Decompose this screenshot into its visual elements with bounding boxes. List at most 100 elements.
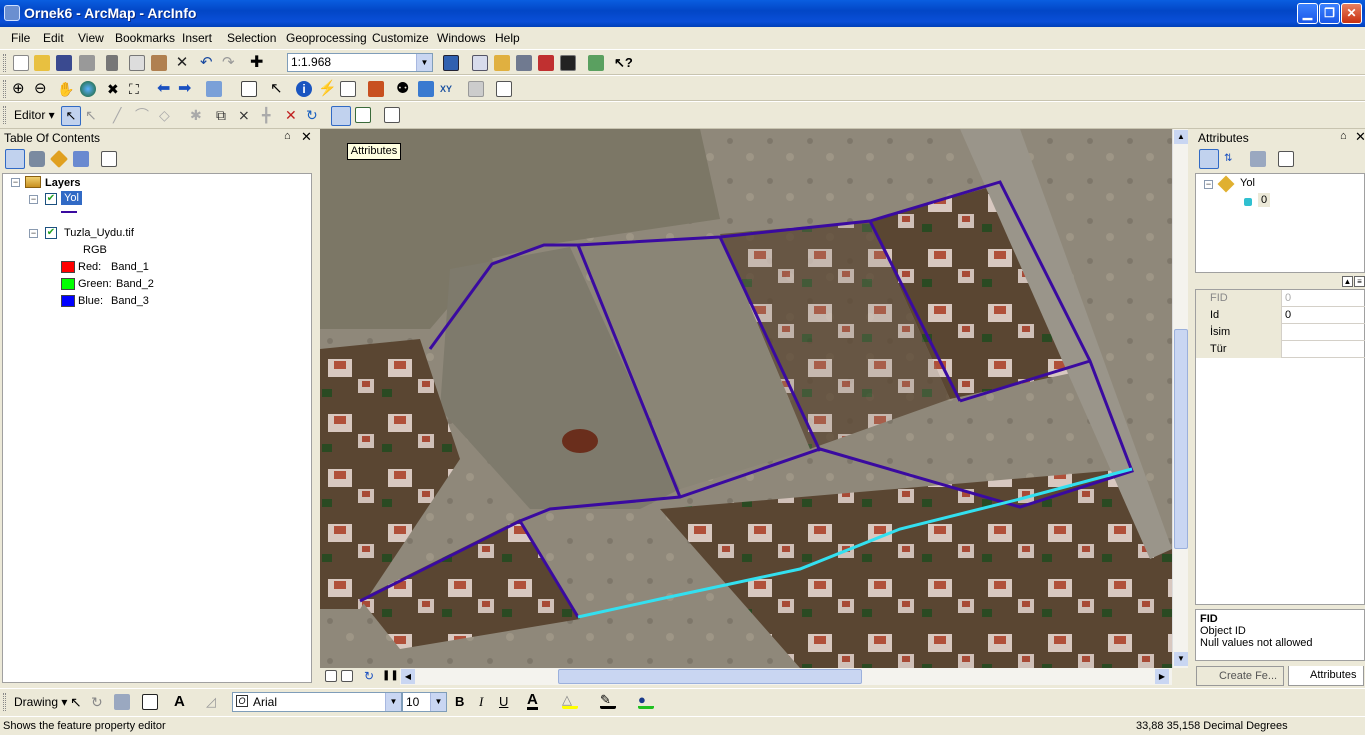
catalog-icon[interactable] — [494, 55, 510, 71]
edit-annotation-icon[interactable]: ↖ — [85, 107, 101, 123]
marker-color-icon[interactable]: ● — [638, 693, 654, 709]
menu-windows[interactable]: Windows — [437, 31, 486, 45]
table-of-contents-icon[interactable] — [472, 55, 488, 71]
redo-icon[interactable]: ↷ — [222, 55, 238, 71]
find-binoculars-icon[interactable]: ⚉ — [396, 81, 412, 97]
italic-button[interactable]: I — [479, 694, 483, 710]
editor-menu[interactable]: Editor ▾ — [14, 108, 55, 122]
collapse-icon[interactable]: − — [29, 229, 38, 238]
close-panel-icon[interactable]: ✕ — [301, 129, 312, 145]
list-by-source-icon[interactable] — [29, 151, 45, 167]
select-elements-icon[interactable]: ↖ — [270, 81, 286, 97]
scroll-left-icon[interactable]: ◀ — [401, 669, 415, 684]
rotate-icon[interactable]: ↻ — [91, 694, 107, 710]
horizontal-scroll-thumb[interactable] — [558, 669, 862, 684]
yol-layer-label[interactable]: Yol — [61, 191, 82, 205]
new-document-icon[interactable] — [13, 55, 29, 71]
pan-icon[interactable]: ✋ — [57, 81, 74, 97]
open-folder-icon[interactable] — [34, 55, 50, 71]
toc-options-icon[interactable] — [101, 151, 117, 167]
pin-icon[interactable]: ⌂ — [284, 130, 291, 142]
font-color-icon[interactable]: A — [527, 692, 538, 710]
bold-button[interactable]: B — [455, 694, 464, 709]
search-window-icon[interactable] — [516, 55, 532, 71]
list-by-selection-icon[interactable] — [73, 151, 89, 167]
show-relationships-icon[interactable] — [1250, 151, 1266, 167]
tab-attributes[interactable]: Attributes — [1288, 666, 1364, 686]
editor-toolbar-icon[interactable] — [443, 55, 459, 71]
create-features-icon[interactable] — [384, 107, 400, 123]
attr-row-tur[interactable]: Tür — [1196, 341, 1365, 358]
blue-swatch[interactable] — [61, 295, 75, 307]
save-icon[interactable] — [56, 55, 72, 71]
satellite-map[interactable] — [320, 129, 1172, 668]
yol-line-symbol[interactable] — [61, 211, 77, 213]
edit-tool-icon[interactable]: ↖ — [61, 106, 81, 126]
pin-icon[interactable]: ⌂ — [1340, 130, 1347, 142]
minimize-button[interactable]: ▁ — [1297, 3, 1318, 24]
reshape-feature-icon[interactable]: ⨯ — [238, 107, 254, 123]
straight-segment-icon[interactable]: ╱ — [113, 107, 129, 123]
map-scale-combobox[interactable]: 1:1.968 ▼ — [287, 53, 433, 72]
zoom-to-selected-elements-icon[interactable] — [114, 694, 130, 710]
yol-visibility-checkbox[interactable]: ✔ — [45, 193, 57, 205]
toolbar-grip[interactable] — [3, 80, 6, 98]
zoom-out-icon[interactable]: ⊖ — [34, 81, 50, 97]
fill-color-icon[interactable]: △ — [562, 693, 578, 709]
pause-drawing-icon[interactable]: ❚❚ — [382, 669, 399, 685]
rotate-icon[interactable]: ↻ — [306, 107, 322, 123]
data-view-icon[interactable] — [325, 670, 337, 682]
create-viewer-window-icon[interactable] — [496, 81, 512, 97]
scroll-right-icon[interactable]: ▶ — [1155, 669, 1169, 684]
map-horizontal-scrollbar[interactable]: ◀ ▶ — [400, 668, 1172, 685]
new-text-tool[interactable]: A — [174, 693, 185, 710]
collapse-icon[interactable]: − — [29, 195, 38, 204]
layout-view-icon[interactable] — [341, 670, 353, 682]
measure-icon[interactable] — [368, 81, 384, 97]
fixed-zoom-in-icon[interactable]: ✖ — [107, 81, 123, 97]
menu-help[interactable]: Help — [495, 31, 520, 45]
menu-file[interactable]: File — [11, 31, 30, 45]
close-button[interactable]: ✕ — [1341, 3, 1362, 24]
edit-vertices-icon[interactable]: ⧉ — [216, 107, 232, 123]
construction-tools-icon[interactable]: ◇ — [159, 107, 175, 123]
collapse-icon[interactable]: − — [1204, 180, 1213, 189]
end-point-arc-icon[interactable]: ⌒ — [135, 107, 151, 123]
add-data-icon[interactable]: ✚ — [250, 55, 266, 71]
chevron-down-icon[interactable]: ▼ — [416, 54, 432, 71]
menu-insert[interactable]: Insert — [182, 31, 212, 45]
zoom-in-icon[interactable]: ⊕ — [12, 81, 28, 97]
menu-bookmarks[interactable]: Bookmarks — [115, 31, 175, 45]
show-field-names-icon[interactable]: ≡ — [1354, 276, 1365, 287]
identify-icon[interactable]: i — [296, 81, 312, 97]
font-combobox[interactable]: O Arial ▼ — [232, 692, 402, 712]
attributes-options-icon[interactable] — [1278, 151, 1294, 167]
close-panel-icon[interactable]: ✕ — [1355, 129, 1365, 145]
fixed-zoom-out-icon[interactable]: ⛶ — [129, 81, 145, 97]
python-window-icon[interactable] — [560, 55, 576, 71]
split-tool-icon[interactable]: ✱ — [190, 107, 206, 123]
raster-layer-label[interactable]: Tuzla_Uydu.tif — [64, 227, 134, 239]
forward-arrow-icon[interactable]: ➡ — [178, 81, 194, 97]
chevron-down-icon[interactable]: ▼ — [430, 693, 446, 711]
go-to-xy-icon[interactable]: XY — [440, 81, 456, 97]
toolbar-grip[interactable] — [3, 106, 6, 124]
modelbuilder-icon[interactable] — [588, 55, 604, 71]
menu-customize[interactable]: Customize — [372, 31, 429, 45]
raster-visibility-checkbox[interactable]: ✔ — [45, 227, 57, 239]
find-route-icon[interactable] — [418, 81, 434, 97]
toolbar-grip[interactable] — [3, 693, 6, 711]
layers-root-label[interactable]: Layers — [45, 177, 80, 189]
tree-layer-label[interactable]: Yol — [1240, 177, 1255, 189]
menu-view[interactable]: View — [78, 31, 104, 45]
menu-edit[interactable]: Edit — [43, 31, 64, 45]
attr-row-isim[interactable]: İsim — [1196, 324, 1365, 341]
whats-this-help-icon[interactable]: ↖? — [614, 55, 633, 71]
menu-geoprocessing[interactable]: Geoprocessing — [286, 31, 367, 45]
rectangle-icon[interactable] — [142, 694, 158, 710]
cut-polygons-icon[interactable]: ╋ — [262, 107, 278, 123]
maximize-button[interactable]: ❒ — [1319, 3, 1340, 24]
field-value[interactable]: 0 — [1285, 307, 1291, 323]
menu-selection[interactable]: Selection — [227, 31, 276, 45]
tab-create-features[interactable]: Create Fe... — [1196, 666, 1284, 686]
